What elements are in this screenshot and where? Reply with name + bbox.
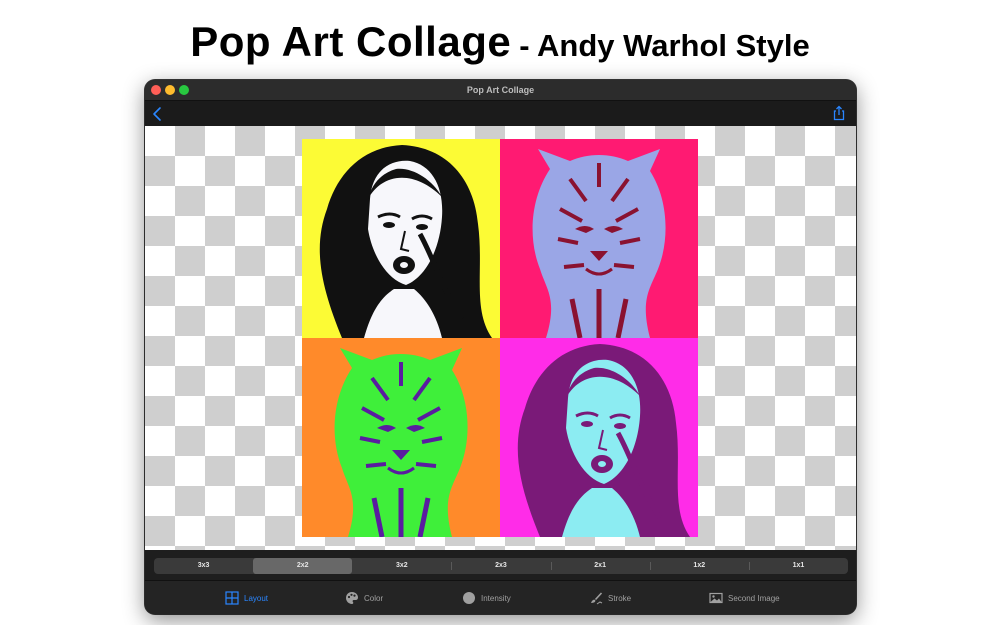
tab-second-image[interactable]: Second Image [709, 591, 780, 605]
share-icon [833, 105, 845, 121]
image-canvas [145, 126, 856, 550]
collage-tile-4[interactable] [500, 338, 698, 537]
headline-title: Pop Art Collage [190, 18, 512, 65]
layout-options-bar: 3x3 2x2 3x2 2x3 2x1 1x2 1x1 [145, 550, 856, 580]
layout-option-3x2[interactable]: 3x2 [352, 558, 451, 574]
tab-layout-label: Layout [244, 593, 269, 603]
back-button[interactable] [151, 106, 165, 122]
collage-tile-2[interactable] [500, 139, 698, 338]
app-window: Pop Art Collage 3x3 2x2 3x2 2x3 2x1 1x2 … [145, 80, 856, 614]
layout-option-2x3[interactable]: 2x3 [451, 558, 550, 574]
chevron-left-icon [153, 107, 161, 121]
layout-option-2x2[interactable]: 2x2 [253, 558, 353, 574]
tab-intensity-label: Intensity [481, 593, 511, 603]
layout-segmented-control: 3x3 2x2 3x2 2x3 2x1 1x2 1x1 [154, 558, 848, 574]
collage-preview[interactable] [302, 139, 698, 537]
circle-icon [463, 592, 475, 604]
tab-color[interactable]: Color [345, 591, 383, 605]
portrait-woman-image [500, 338, 698, 537]
headline-subtitle: - Andy Warhol Style [519, 28, 810, 63]
portrait-woman-image [302, 139, 500, 338]
portrait-tiger-image [302, 338, 500, 537]
tab-color-label: Color [364, 593, 384, 603]
palette-icon [346, 592, 358, 604]
layout-option-1x2[interactable]: 1x2 [649, 558, 749, 574]
tab-stroke[interactable]: Stroke [589, 591, 631, 605]
brush-icon [591, 592, 603, 605]
layout-option-1x1[interactable]: 1x1 [748, 558, 848, 574]
portrait-tiger-image [500, 139, 698, 338]
window-title: Pop Art Collage [466, 85, 535, 95]
grid-icon [225, 591, 239, 605]
tab-intensity[interactable]: Intensity [462, 591, 511, 605]
title-bar: Pop Art Collage [145, 80, 856, 101]
layout-option-2x1[interactable]: 2x1 [550, 558, 650, 574]
collage-tile-1[interactable] [302, 139, 500, 338]
tab-stroke-label: Stroke [608, 593, 632, 603]
bottom-toolbar: Layout Color Intensity Stroke Second Ima… [145, 580, 856, 614]
page-headline: Pop Art Collage - Andy Warhol Style [0, 18, 1000, 66]
share-button[interactable] [832, 105, 846, 121]
layout-option-3x3[interactable]: 3x3 [154, 558, 253, 574]
image-icon [709, 592, 723, 604]
tab-second-image-label: Second Image [728, 593, 780, 603]
collage-tile-3[interactable] [302, 338, 500, 537]
navigation-bar [145, 101, 856, 126]
tab-layout[interactable]: Layout [225, 591, 268, 605]
